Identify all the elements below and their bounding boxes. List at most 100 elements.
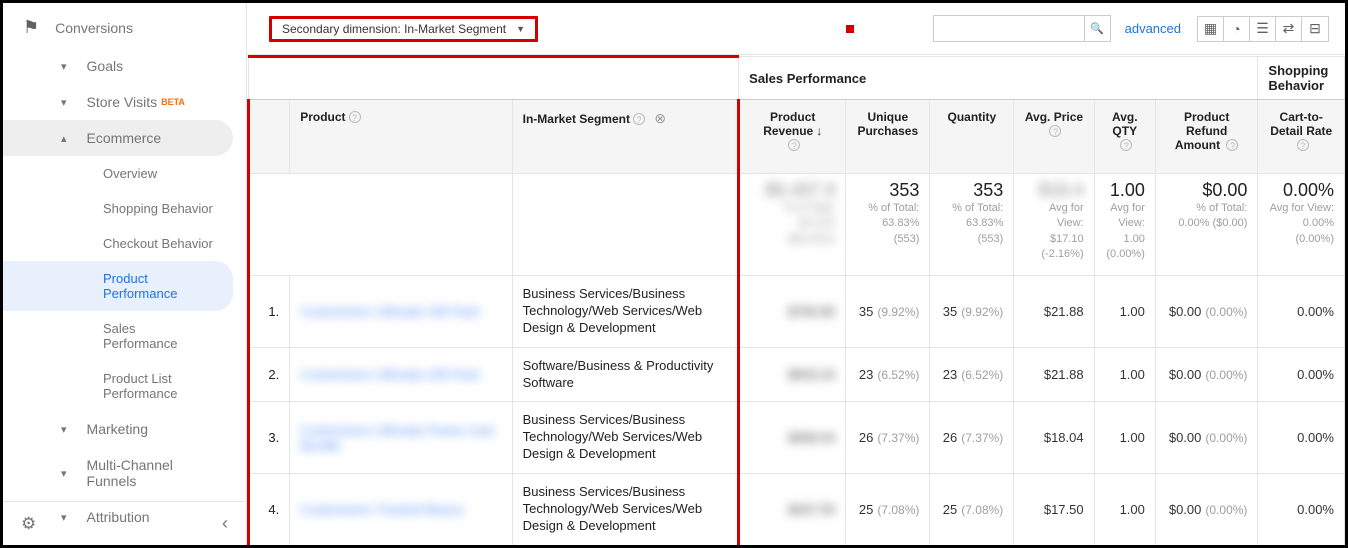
- red-marker: [846, 25, 854, 33]
- segment-cell: Software/Business & Productivity Softwar…: [512, 347, 739, 402]
- refund-cell: $0.00(0.00%): [1155, 347, 1258, 402]
- toolbar: Secondary dimension: In-Market Segment ▼…: [247, 3, 1345, 55]
- refund-cell: $0.00(0.00%): [1155, 474, 1258, 545]
- avgprice-cell: $21.88: [1014, 347, 1094, 402]
- header-sales-performance: Sales Performance: [739, 57, 1258, 100]
- data-table: Sales Performance Shopping Behavior Prod…: [247, 55, 1345, 545]
- nav-store-visits-label: Store Visits: [87, 94, 158, 110]
- search-box: [933, 15, 1111, 42]
- pie-view-icon[interactable]: ◔: [1224, 17, 1250, 41]
- nav-ecommerce[interactable]: ▴ Ecommerce: [3, 120, 233, 156]
- table-row: 3.Customizers Ultimate Power User Bundle…: [249, 402, 1345, 474]
- row-index: 2.: [249, 347, 290, 402]
- segment-cell: Business Services/Business Technology/We…: [512, 402, 739, 474]
- refund-cell: $0.00(0.00%): [1155, 402, 1258, 474]
- product-cell[interactable]: Customizers Ultimate Gift Pack: [290, 276, 512, 348]
- col-qty[interactable]: Quantity: [930, 100, 1014, 174]
- avgqty-cell: 1.00: [1094, 402, 1155, 474]
- nav-marketing-label: Marketing: [87, 421, 148, 437]
- caret-down-icon: ▼: [516, 24, 525, 34]
- col-revenue[interactable]: Product Revenue?: [739, 100, 846, 174]
- caret-icon: ▾: [61, 60, 67, 73]
- col-product[interactable]: Product?: [290, 100, 512, 174]
- table-row: 2.Customizers Ultimate Gift PackSoftware…: [249, 347, 1345, 402]
- subnav-shopping-behavior[interactable]: Shopping Behavior: [3, 191, 246, 226]
- avgprice-cell: $18.04: [1014, 402, 1094, 474]
- product-cell[interactable]: Customizers Ultimate Gift Pack: [290, 347, 512, 402]
- cart-cell: 0.00%: [1258, 276, 1345, 348]
- search-input[interactable]: [934, 16, 1084, 41]
- col-cart[interactable]: Cart-to-Detail Rate ?: [1258, 100, 1345, 174]
- subnav-product-performance[interactable]: Product Performance: [3, 261, 233, 311]
- pivot-view-icon[interactable]: ⊟: [1302, 17, 1328, 41]
- main-content: Secondary dimension: In-Market Segment ▼…: [247, 3, 1345, 545]
- secondary-dimension-selector[interactable]: Secondary dimension: In-Market Segment ▼: [269, 16, 538, 42]
- advanced-link[interactable]: advanced: [1125, 21, 1181, 36]
- row-index: 1.: [249, 276, 290, 348]
- nav-conversions-label: Conversions: [55, 20, 133, 36]
- bar-view-icon[interactable]: ☰: [1250, 17, 1276, 41]
- col-refund[interactable]: Product Refund Amount ?: [1155, 100, 1258, 174]
- revenue-cell: $437.50: [739, 474, 846, 545]
- cart-cell: 0.00%: [1258, 474, 1345, 545]
- unique-cell: 26(7.37%): [846, 402, 930, 474]
- nav-goals-label: Goals: [87, 58, 124, 74]
- nav-mcf-label: Multi-Channel Funnels: [87, 457, 217, 489]
- nav-goals[interactable]: ▾ Goals: [3, 48, 246, 84]
- summary-row: $6,497.9% of Total: 48.12% ($13,501) 353…: [249, 174, 1345, 276]
- table-row: 4.Customizers Tracked BasicsBusiness Ser…: [249, 474, 1345, 545]
- unique-cell: 35(9.92%): [846, 276, 930, 348]
- subnav-checkout-behavior[interactable]: Checkout Behavior: [3, 226, 246, 261]
- admin-bar: [3, 501, 246, 545]
- row-index: 4.: [249, 474, 290, 545]
- col-avgqty[interactable]: Avg. QTY?: [1094, 100, 1155, 174]
- product-cell[interactable]: Customizers Tracked Basics: [290, 474, 512, 545]
- header-shopping-behavior: Shopping Behavior: [1258, 57, 1345, 100]
- search-button[interactable]: [1084, 16, 1110, 41]
- subnav-sales-performance[interactable]: Sales Performance: [3, 311, 246, 361]
- app-frame: Conversions ▾ Goals ▾ Store Visits BETA …: [0, 0, 1348, 548]
- nav-ecommerce-label: Ecommerce: [87, 130, 162, 146]
- qty-cell: 23(6.52%): [930, 347, 1014, 402]
- remove-dimension-icon[interactable]: ⊗: [654, 110, 666, 126]
- comparison-view-icon[interactable]: ⇄: [1276, 17, 1302, 41]
- table-view-icon[interactable]: ▦: [1198, 17, 1224, 41]
- table-row: 1.Customizers Ultimate Gift PackBusiness…: [249, 276, 1345, 348]
- nav-multi-channel-funnels[interactable]: ▾ Multi-Channel Funnels: [3, 447, 246, 499]
- unique-cell: 23(6.52%): [846, 347, 930, 402]
- cart-cell: 0.00%: [1258, 347, 1345, 402]
- avgprice-cell: $21.88: [1014, 276, 1094, 348]
- subnav-overview[interactable]: Overview: [3, 156, 246, 191]
- col-segment[interactable]: In-Market Segment? ⊗: [512, 100, 739, 174]
- col-avgprice[interactable]: Avg. Price?: [1014, 100, 1094, 174]
- product-cell[interactable]: Customizers Ultimate Power User Bundle: [290, 402, 512, 474]
- avgqty-cell: 1.00: [1094, 474, 1155, 545]
- revenue-cell: $765.80: [739, 276, 846, 348]
- unique-cell: 25(7.08%): [846, 474, 930, 545]
- revenue-cell: $503.24: [739, 347, 846, 402]
- cart-cell: 0.00%: [1258, 402, 1345, 474]
- segment-cell: Business Services/Business Technology/We…: [512, 474, 739, 545]
- col-unique[interactable]: Unique Purchases: [846, 100, 930, 174]
- view-switcher: ▦ ◔ ☰ ⇄ ⊟: [1197, 16, 1329, 42]
- nav-conversions[interactable]: Conversions: [3, 7, 246, 48]
- gear-icon[interactable]: [21, 514, 36, 534]
- avgqty-cell: 1.00: [1094, 347, 1155, 402]
- sort-desc-icon: [813, 124, 822, 138]
- caret-icon: ▾: [61, 423, 67, 436]
- caret-up-icon: ▴: [61, 132, 67, 145]
- sidebar: Conversions ▾ Goals ▾ Store Visits BETA …: [3, 3, 247, 545]
- nav-marketing[interactable]: ▾ Marketing: [3, 411, 246, 447]
- avgqty-cell: 1.00: [1094, 276, 1155, 348]
- data-table-wrap: Sales Performance Shopping Behavior Prod…: [247, 55, 1345, 545]
- subnav-product-list-performance[interactable]: Product List Performance: [3, 361, 246, 411]
- collapse-sidebar-icon[interactable]: [222, 513, 228, 534]
- flag-icon: [23, 17, 55, 38]
- caret-icon: ▾: [61, 467, 67, 480]
- nav-store-visits[interactable]: ▾ Store Visits BETA: [3, 84, 246, 120]
- beta-badge: BETA: [161, 97, 185, 107]
- revenue-cell: $469.04: [739, 402, 846, 474]
- segment-cell: Business Services/Business Technology/We…: [512, 276, 739, 348]
- row-index: 3.: [249, 402, 290, 474]
- refund-cell: $0.00(0.00%): [1155, 276, 1258, 348]
